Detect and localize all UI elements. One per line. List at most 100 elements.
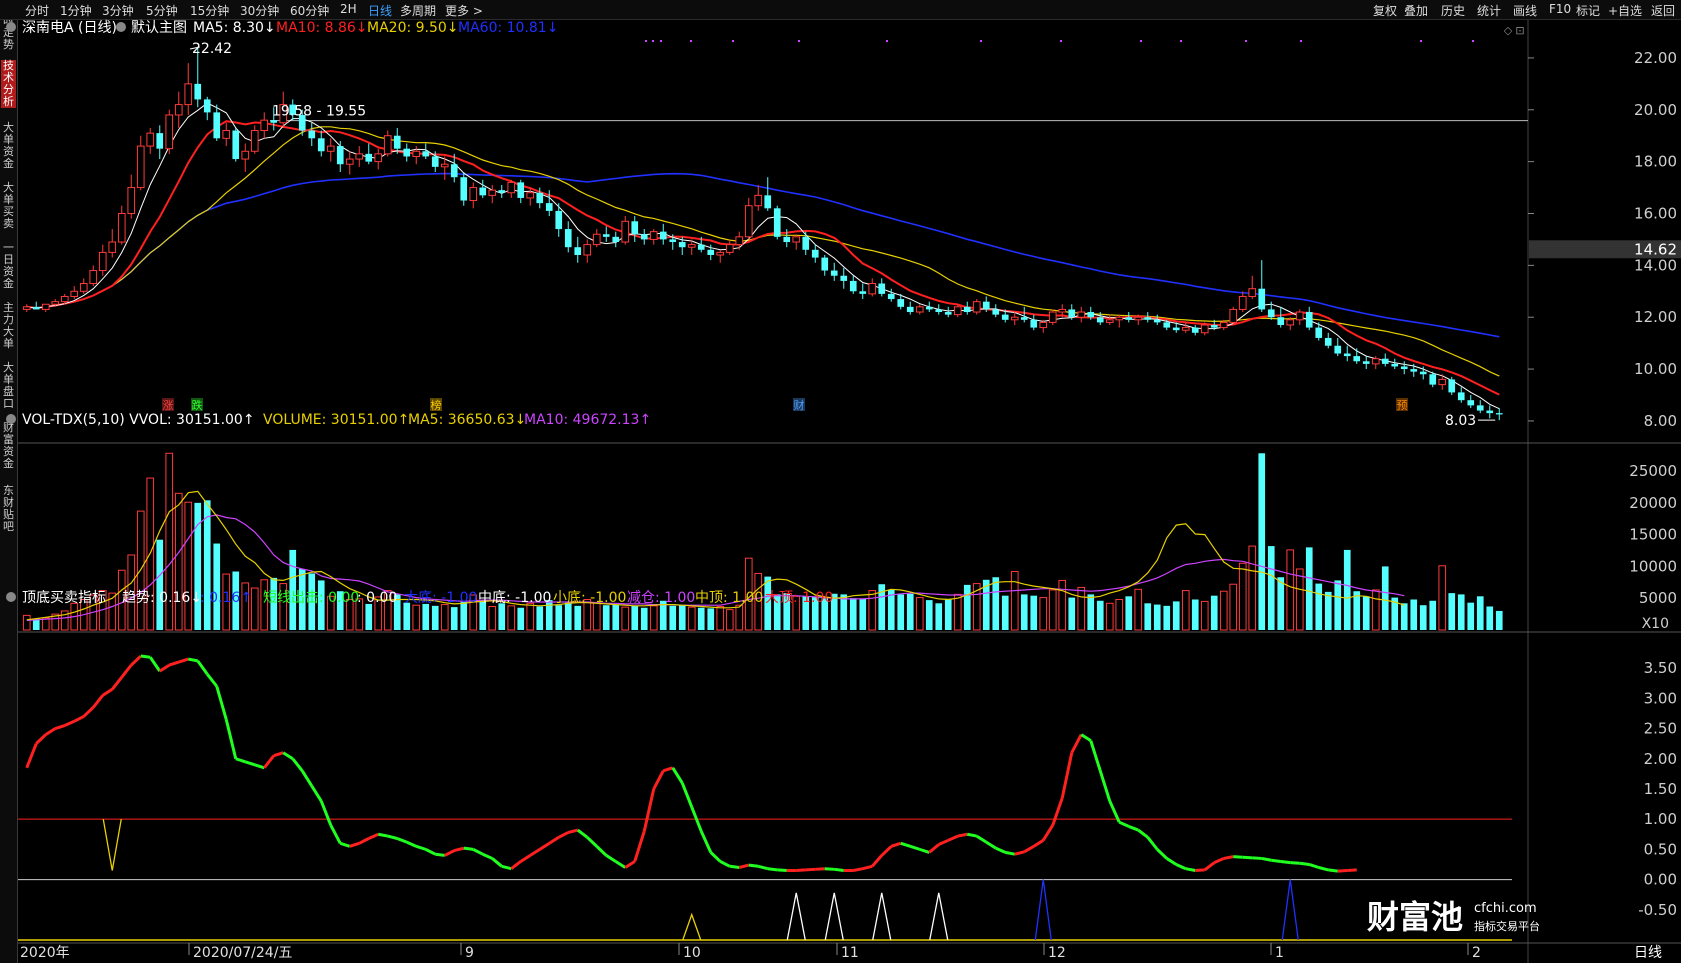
signal-marker-mid-top [824, 892, 844, 941]
event-marker: 预 [1397, 399, 1408, 412]
candle-body [659, 231, 667, 240]
volume-bar [1087, 594, 1095, 630]
indicator-segment [777, 868, 787, 873]
volume-bar [1210, 595, 1218, 630]
low-price-label: 8.03 [1445, 413, 1476, 429]
indicator-axis-tick: 1.50 [1644, 780, 1677, 798]
candle-body [669, 239, 677, 243]
indicator-segment [1089, 740, 1102, 772]
candle-body [915, 306, 924, 313]
indicator-segment [329, 824, 342, 845]
indicator-segment [699, 830, 713, 854]
candle-body [22, 306, 31, 310]
candle-body [773, 208, 781, 237]
volume-bar [840, 594, 848, 630]
volume-bar [1105, 602, 1114, 631]
candle-body [89, 270, 98, 285]
indicator-segment [1271, 858, 1281, 863]
indicator-segment [82, 706, 95, 718]
volume-bar [1286, 549, 1295, 631]
candle-body [602, 234, 610, 237]
candle-body [1362, 361, 1370, 364]
volume-bar [1438, 565, 1447, 631]
candle-body [136, 145, 145, 189]
indicator-segment [1318, 866, 1329, 872]
candle-body [460, 177, 468, 201]
indicator-segment [671, 767, 684, 784]
range-label: 19.58 - 19.55 [272, 104, 366, 120]
candle-body [868, 283, 877, 295]
candle-body [574, 247, 582, 255]
candle-body [1295, 311, 1304, 321]
watermark-site: cfchi.com [1474, 901, 1537, 916]
signal-marker-big-bottom [1281, 879, 1299, 941]
volume-bar [1429, 600, 1437, 630]
candle-body [1077, 311, 1086, 318]
x-axis-label: 1 [1275, 945, 1284, 961]
candle-body [232, 130, 240, 160]
indicator-segment [111, 676, 123, 691]
indicator-segment [319, 800, 333, 826]
candle-body [479, 187, 487, 196]
indicator-segment [406, 840, 417, 848]
volume-bar [1295, 568, 1304, 631]
candle-body [156, 133, 164, 149]
top-signal-dot [660, 40, 662, 42]
indicator-segment [633, 830, 646, 862]
volume-bar [203, 500, 211, 630]
candle-body [1087, 312, 1095, 318]
volume-bar [213, 543, 221, 630]
volume-bar [631, 605, 639, 630]
volume-bar [716, 605, 725, 631]
indicator-segment [605, 854, 617, 863]
event-marker: 跌 [192, 398, 203, 412]
candle-body [422, 151, 430, 157]
candle-body [1058, 308, 1067, 313]
indicator-segment [662, 766, 674, 773]
kline-chart[interactable]: 22.0020.0018.0016.0014.0012.0010.008.002… [0, 0, 1681, 963]
top-signal-dot [690, 40, 692, 42]
indicator-axis-tick: -0.50 [1638, 901, 1677, 919]
ma10-label: MA10: 8.86↓ [276, 20, 368, 36]
volume-bar [555, 605, 563, 630]
volume-bar [403, 602, 411, 630]
volume-bar [1486, 606, 1494, 630]
indicator-segment [339, 841, 351, 848]
volume-bar [156, 539, 164, 630]
top-signal-dot [1180, 40, 1182, 42]
candle-body [117, 212, 126, 243]
indicator-segment [168, 660, 180, 667]
candle-body [783, 236, 791, 243]
indicator-segment [709, 851, 722, 863]
candle-body [1030, 319, 1038, 328]
volume-bar [1048, 589, 1057, 631]
volume-bar [1030, 595, 1038, 630]
volume-bar [536, 606, 544, 630]
indicator-segment [396, 837, 408, 844]
candle-body [953, 306, 962, 316]
volume-bar [592, 602, 601, 631]
volume-bar [1410, 599, 1418, 630]
candle-body [1172, 327, 1180, 331]
candle-body [194, 83, 202, 100]
candle-body [174, 104, 183, 116]
current-price-label: 14.62 [1634, 240, 1677, 258]
candle-body [365, 153, 373, 162]
candle-body [270, 120, 278, 123]
volume-bar [868, 590, 877, 631]
candle-body [1371, 358, 1380, 365]
indicator-segment [64, 719, 75, 727]
candle-body [925, 306, 933, 310]
volume-bar [365, 603, 373, 630]
candle-body [849, 280, 857, 292]
top-signal-dot [1245, 40, 1247, 42]
volume-bar [612, 604, 620, 630]
volume-bar [574, 605, 582, 630]
candle-body [203, 99, 211, 113]
candle-body [1001, 314, 1009, 320]
x-axis-label: 11 [841, 945, 859, 961]
candle-body [1381, 358, 1389, 364]
candle-body [631, 221, 639, 235]
top-signal-dot [1472, 40, 1474, 42]
candle-body [1238, 295, 1247, 310]
